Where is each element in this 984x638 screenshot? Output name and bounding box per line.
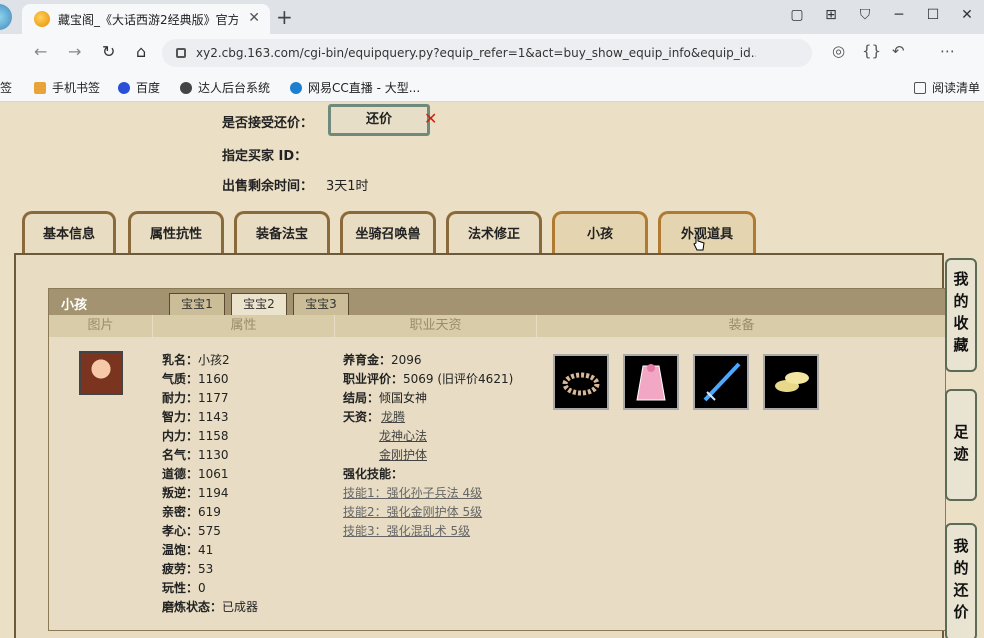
pink-robe-icon[interactable] xyxy=(623,354,679,410)
talent-link[interactable]: 龙神心法 xyxy=(379,427,427,444)
new-tab-icon[interactable]: + xyxy=(276,5,293,29)
col-picture: 图片 xyxy=(49,315,153,337)
counter-offer-button[interactable]: 还价 xyxy=(328,104,430,136)
undo-icon[interactable]: ↶ xyxy=(892,42,905,60)
attr-row: 疲劳：53 xyxy=(162,562,214,576)
talent-link[interactable]: 金刚护体 xyxy=(379,446,427,463)
tab-search-icon[interactable]: ▢ xyxy=(780,0,814,30)
attr-row: 玩性：0 xyxy=(162,581,206,595)
tab-attributes[interactable]: 属性抗性 xyxy=(128,211,224,255)
eval-row: 职业评价：5069 (旧评价4621) xyxy=(343,372,514,386)
bookmark-reading-list[interactable]: 阅读清单 xyxy=(914,79,980,96)
tab-basic-info[interactable]: 基本信息 xyxy=(22,211,116,255)
section-title: 小孩 xyxy=(61,298,88,313)
close-icon[interactable]: ✕ xyxy=(424,109,437,128)
child-header: 小孩 宝宝1 宝宝2 宝宝3 xyxy=(49,289,947,315)
talent-row: 天资： 龙腾 xyxy=(343,410,406,424)
attr-row: 叛逆：1194 xyxy=(162,486,229,500)
skills-label: 强化技能： xyxy=(343,467,404,481)
baidu-icon xyxy=(118,81,130,94)
cc-icon xyxy=(290,81,302,94)
buyer-id-label: 指定买家 ID： xyxy=(222,149,308,164)
child-panel: 小孩 宝宝1 宝宝2 宝宝3 图片 属性 职业天资 装备 乳名：小孩2 气质：1… xyxy=(14,253,947,638)
tab-baby-1[interactable]: 宝宝1 xyxy=(169,293,225,315)
golden-shoes-icon[interactable] xyxy=(763,354,819,410)
tab-spell-correction[interactable]: 法术修正 xyxy=(446,211,542,255)
collections-icon[interactable]: ⊞ xyxy=(814,0,848,30)
attr-row: 乳名：小孩2 xyxy=(162,353,230,367)
minimize-icon[interactable]: ─ xyxy=(882,0,916,30)
browser-tab-strip: 藏宝阁_《大话西游2经典版》官方 ✕ + ▢ ⊞ ⛉ ─ ☐ ✕ xyxy=(0,0,984,34)
close-window-icon[interactable]: ✕ xyxy=(950,0,984,30)
site-icon xyxy=(180,81,192,94)
bookmarks-bar: 签 手机书签 百度 达人后台系统 网易CC直播 - 大型... 阅读清单 xyxy=(0,72,984,102)
profile-icon[interactable]: ◎ xyxy=(832,42,845,60)
attr-row: 道德：1061 xyxy=(162,467,229,481)
skill-link[interactable]: 技能3：强化混乱术 5级 xyxy=(343,522,470,539)
page-content: 是否接受还价： 还价 ✕ 指定买家 ID： 出售剩余时间： 3天1时 基本信息 … xyxy=(0,103,984,638)
bookmark-mobile[interactable]: 手机书签 xyxy=(34,79,100,96)
reading-list-icon xyxy=(914,81,926,94)
wreath-icon[interactable] xyxy=(553,354,609,410)
tab-baby-2[interactable]: 宝宝2 xyxy=(231,293,287,315)
main-tabs: 基本信息 属性抗性 装备法宝 坐骑召唤兽 法术修正 小孩 外观道具 xyxy=(22,211,802,255)
browser-tab-active[interactable]: 藏宝阁_《大话西游2经典版》官方 ✕ xyxy=(22,4,270,34)
url-text: xy2.cbg.163.com/cgi-bin/equipquery.py?eq… xyxy=(196,46,756,60)
footprints-button[interactable]: 足迹 xyxy=(945,389,977,501)
ending-row: 结局：倾国女神 xyxy=(343,391,428,405)
bookmark-talent-admin[interactable]: 达人后台系统 xyxy=(180,79,270,96)
lock-icon xyxy=(176,48,186,58)
forward-icon[interactable]: → xyxy=(68,42,81,61)
attr-row: 智力：1143 xyxy=(162,410,229,424)
extensions-icon[interactable]: ⛉ xyxy=(848,0,882,30)
attr-row: 磨炼状态：已成器 xyxy=(162,600,259,614)
extension-icon[interactable]: {} xyxy=(862,42,881,60)
attr-row: 气质：1160 xyxy=(162,372,229,386)
attr-row: 孝心：575 xyxy=(162,524,221,538)
my-favorites-button[interactable]: 我的收藏 xyxy=(945,258,977,372)
time-left-value: 3天1时 xyxy=(326,179,369,194)
site-favicon-icon xyxy=(34,11,50,27)
attr-row: 温饱：41 xyxy=(162,543,214,557)
col-equipment: 装备 xyxy=(537,315,947,337)
accept-counter-label: 是否接受还价： xyxy=(222,116,314,131)
col-attributes: 属性 xyxy=(153,315,335,337)
address-bar-row: ← → ↻ ⌂ xy2.cbg.163.com/cgi-bin/equipque… xyxy=(0,34,984,72)
col-job-talent: 职业天资 xyxy=(335,315,537,337)
blue-sword-icon[interactable] xyxy=(693,354,749,410)
tab-appearance[interactable]: 外观道具 xyxy=(658,211,756,255)
tab-child[interactable]: 小孩 xyxy=(552,211,648,255)
child-table: 小孩 宝宝1 宝宝2 宝宝3 图片 属性 职业天资 装备 乳名：小孩2 气质：1… xyxy=(48,288,947,631)
time-left-label: 出售剩余时间： xyxy=(222,179,314,194)
my-counter-offers-button[interactable]: 我的还价 xyxy=(945,523,977,638)
skill-link[interactable]: 技能2：强化金刚护体 5级 xyxy=(343,503,482,520)
skill-link[interactable]: 技能1：强化孙子兵法 4级 xyxy=(343,484,482,501)
tab-equipment[interactable]: 装备法宝 xyxy=(234,211,330,255)
attr-row: 亲密：619 xyxy=(162,505,221,519)
tab-baby-3[interactable]: 宝宝3 xyxy=(293,293,349,315)
url-field[interactable]: xy2.cbg.163.com/cgi-bin/equipquery.py?eq… xyxy=(162,39,812,67)
attr-row: 耐力：1177 xyxy=(162,391,229,405)
window-controls: ▢ ⊞ ⛉ ─ ☐ ✕ xyxy=(780,0,984,30)
talent-link[interactable]: 龙腾 xyxy=(381,410,405,424)
mouse-cursor-icon xyxy=(693,233,705,251)
fund-row: 养育金：2096 xyxy=(343,353,422,367)
child-avatar xyxy=(79,351,123,395)
attr-row: 名气：1130 xyxy=(162,448,229,462)
home-icon[interactable]: ⌂ xyxy=(136,42,146,61)
bookmark-cc-live[interactable]: 网易CC直播 - 大型... xyxy=(290,79,420,96)
bookmark-item[interactable]: 签 xyxy=(0,79,12,96)
browser-logo-icon xyxy=(0,4,12,30)
maximize-icon[interactable]: ☐ xyxy=(916,0,950,30)
close-tab-icon[interactable]: ✕ xyxy=(248,10,260,26)
reload-icon[interactable]: ↻ xyxy=(102,42,115,61)
back-icon[interactable]: ← xyxy=(34,42,47,61)
bookmark-folder-icon xyxy=(34,81,46,94)
bookmark-baidu[interactable]: 百度 xyxy=(118,79,160,96)
more-icon[interactable]: ⋯ xyxy=(940,42,955,60)
attr-row: 内力：1158 xyxy=(162,429,229,443)
tab-mounts[interactable]: 坐骑召唤兽 xyxy=(340,211,436,255)
tab-title: 藏宝阁_《大话西游2经典版》官方 xyxy=(58,12,238,27)
